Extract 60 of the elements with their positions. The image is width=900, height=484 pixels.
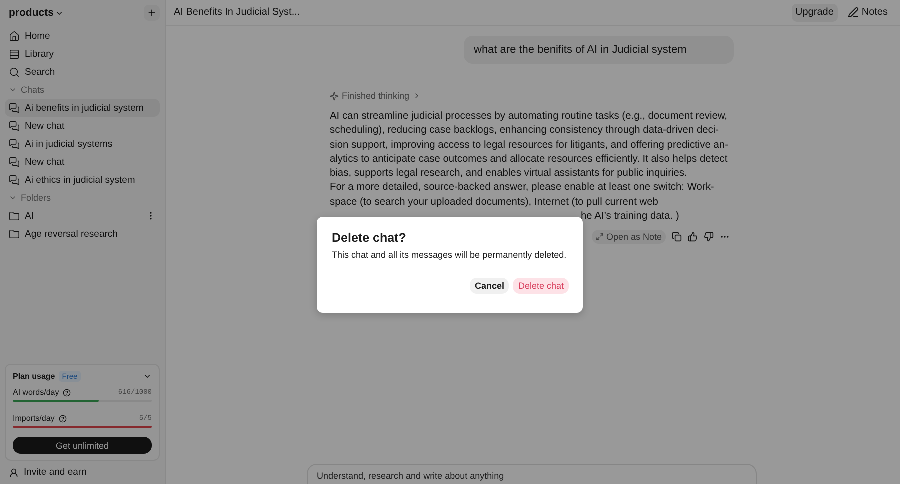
sidebar-item[interactable]: New chat [5, 117, 160, 135]
sidebar-item[interactable]: Library [5, 45, 160, 63]
answer-text: sion support, improving access to legal resources for litigants, and offering predictive an- [330, 138, 728, 153]
meter-label: Imports/day [13, 414, 55, 423]
notes-button[interactable]: Notes [844, 4, 892, 22]
new-chat-button[interactable] [144, 5, 160, 21]
chat-icon [9, 156, 20, 168]
delete-button[interactable]: Delete chat [513, 278, 569, 294]
answer-text: he AI’s training data. ) [581, 211, 680, 222]
folder-icon [9, 210, 20, 222]
thumbs-up-icon[interactable] [688, 232, 698, 242]
get-unlimited-button[interactable]: Get unlimited [13, 437, 152, 454]
message-input[interactable]: Understand, research and write about anything [307, 464, 757, 484]
dialog-message: This chat and all its messages will be permanently deleted. [332, 250, 568, 260]
folder-icon [9, 228, 20, 240]
sidebar-item[interactable]: Home [5, 27, 160, 45]
chat-title: AI Benefits In Judicial Syst... [174, 7, 302, 18]
chat-icon [9, 138, 20, 150]
answer-text: space (to search your uploaded documents), Internet (to pull current web [330, 196, 658, 210]
dialog-title: Delete chat? [332, 231, 408, 245]
chevron-down-icon [9, 86, 17, 94]
help-icon[interactable] [63, 388, 72, 396]
sparkle-icon [330, 92, 339, 100]
upgrade-button[interactable]: Upgrade [792, 4, 838, 22]
chat-icon [9, 174, 20, 186]
chevron-icon[interactable] [143, 372, 152, 381]
meter-label: AI words/day [13, 388, 60, 397]
help-icon[interactable] [58, 414, 67, 422]
cancel-button[interactable]: Cancel [470, 278, 510, 294]
pen-icon [848, 7, 859, 18]
section-header[interactable]: Chats [5, 81, 160, 99]
search-icon [9, 66, 20, 78]
chat-icon [9, 120, 20, 132]
home-icon [9, 30, 20, 42]
open-as-note-button[interactable]: Open as Note [592, 230, 666, 244]
chat-icon [9, 102, 20, 114]
chevron-down-icon [9, 194, 17, 202]
sidebar-item[interactable]: Ai benefits in judicial system [5, 99, 160, 117]
answer-text: alytics to anticipate case outcomes and allocate resources efficiently. It also helps detect [330, 152, 728, 167]
sidebar-item[interactable]: New chat [5, 153, 160, 171]
sidebar-item[interactable]: Search [5, 63, 160, 81]
answer-text: scheduling), reducing case backlogs, enhancing consistency through data-driven deci- [330, 124, 720, 138]
person-icon [9, 468, 19, 478]
copy-icon[interactable] [672, 232, 682, 242]
list-icon [9, 48, 20, 60]
invite-link[interactable]: Invite and earn [5, 461, 160, 484]
plan-title: Plan usage [13, 372, 56, 381]
sidebar-item[interactable]: Ai in judicial systems [5, 135, 160, 153]
answer-text: AI can streamline judicial processes by automating routine tasks (e.g., document review, [330, 110, 728, 124]
answer-text: bias, supports legal research, and enables virtual assistants for public inquiries. [330, 167, 688, 182]
sidebar-item[interactable]: AI [5, 207, 160, 225]
expand-icon [596, 233, 604, 242]
workspace-switcher[interactable]: products [5, 7, 68, 19]
sidebar-item[interactable]: Ai ethics in judicial system [5, 171, 160, 189]
user-message: what are the benifits of AI in Judicial system [464, 36, 734, 64]
plus-icon [147, 8, 157, 18]
sidebar-item[interactable]: Age reversal research [5, 225, 160, 243]
answer-text: For a more detailed, source-backed answer, please enable at least one switch: Work- [330, 181, 714, 196]
thumbs-down-icon[interactable] [704, 232, 714, 242]
thinking-toggle[interactable]: Finished thinking [330, 91, 734, 101]
